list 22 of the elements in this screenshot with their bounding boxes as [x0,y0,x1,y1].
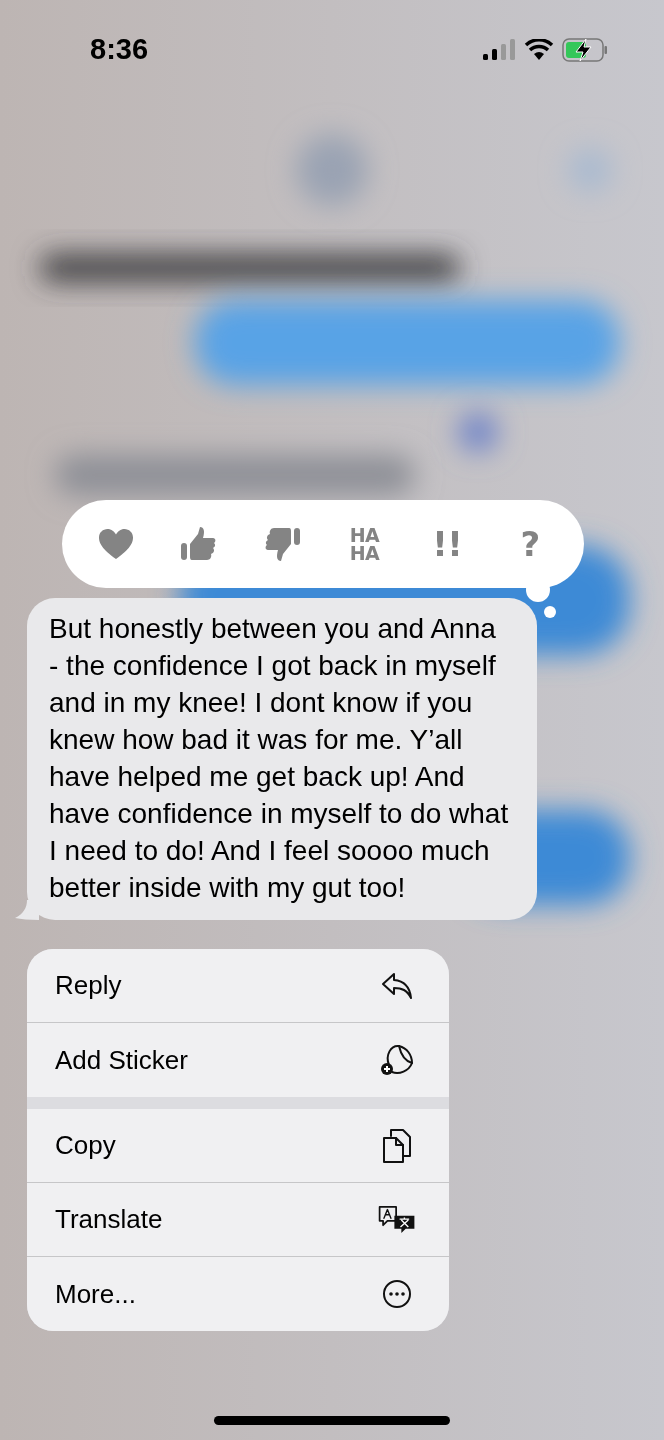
reaction-button[interactable]: HA HA [349,526,380,562]
sticker-add-icon [379,1043,415,1077]
menu-item[interactable]: Copy [27,1109,449,1183]
reaction-button[interactable]: !! [432,526,463,562]
menu-item[interactable]: More... [27,1257,449,1331]
thumbs-up-icon[interactable] [179,526,218,562]
bubble-tail [15,900,39,920]
wifi-icon [524,39,554,61]
heart-icon[interactable] [98,528,134,560]
menu-item[interactable]: Reply [27,949,449,1023]
reaction-button[interactable]: ? [520,526,540,562]
battery-charging-icon [562,38,608,62]
blurred-reaction-dot [458,412,498,452]
signal-icon [482,39,516,61]
message-bubble: But honestly between you and Anna - the confidence I got back in myself and in my knee! I dont know if you knew how bad it was for me. Y’all have helped me get back up! And have confidence in myself to do what I need to do! And I feel soooo much better inside with my gut too! [27,598,537,920]
reply-icon [381,971,413,1000]
menu-item[interactable]: Add Sticker [27,1023,449,1097]
copy-icon [382,1127,412,1164]
blurred-avatar [296,134,368,206]
menu-item[interactable]: Translate [27,1183,449,1257]
clock-time: 8:36 [90,32,149,68]
more-icon [382,1279,412,1309]
